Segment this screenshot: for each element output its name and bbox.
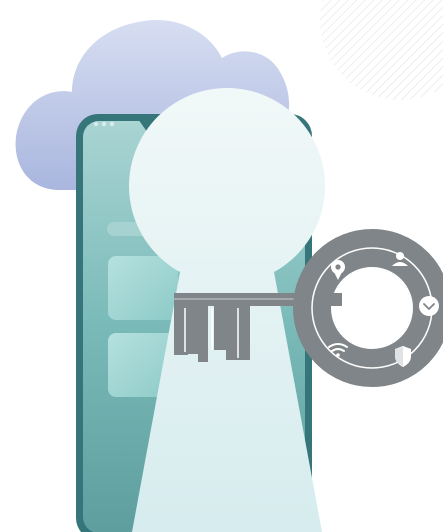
screen-card [108,256,178,320]
status-dot [93,121,99,127]
hatched-decoration [320,0,443,100]
key-tooth [188,306,198,354]
key-tooth [174,293,188,355]
status-dot [101,121,107,127]
security-illustration [0,0,443,532]
check-circle-icon [419,296,439,316]
key-tooth [198,306,208,362]
key-tooth [214,306,226,350]
status-dot [109,121,115,127]
illustration-canvas [15,0,443,532]
